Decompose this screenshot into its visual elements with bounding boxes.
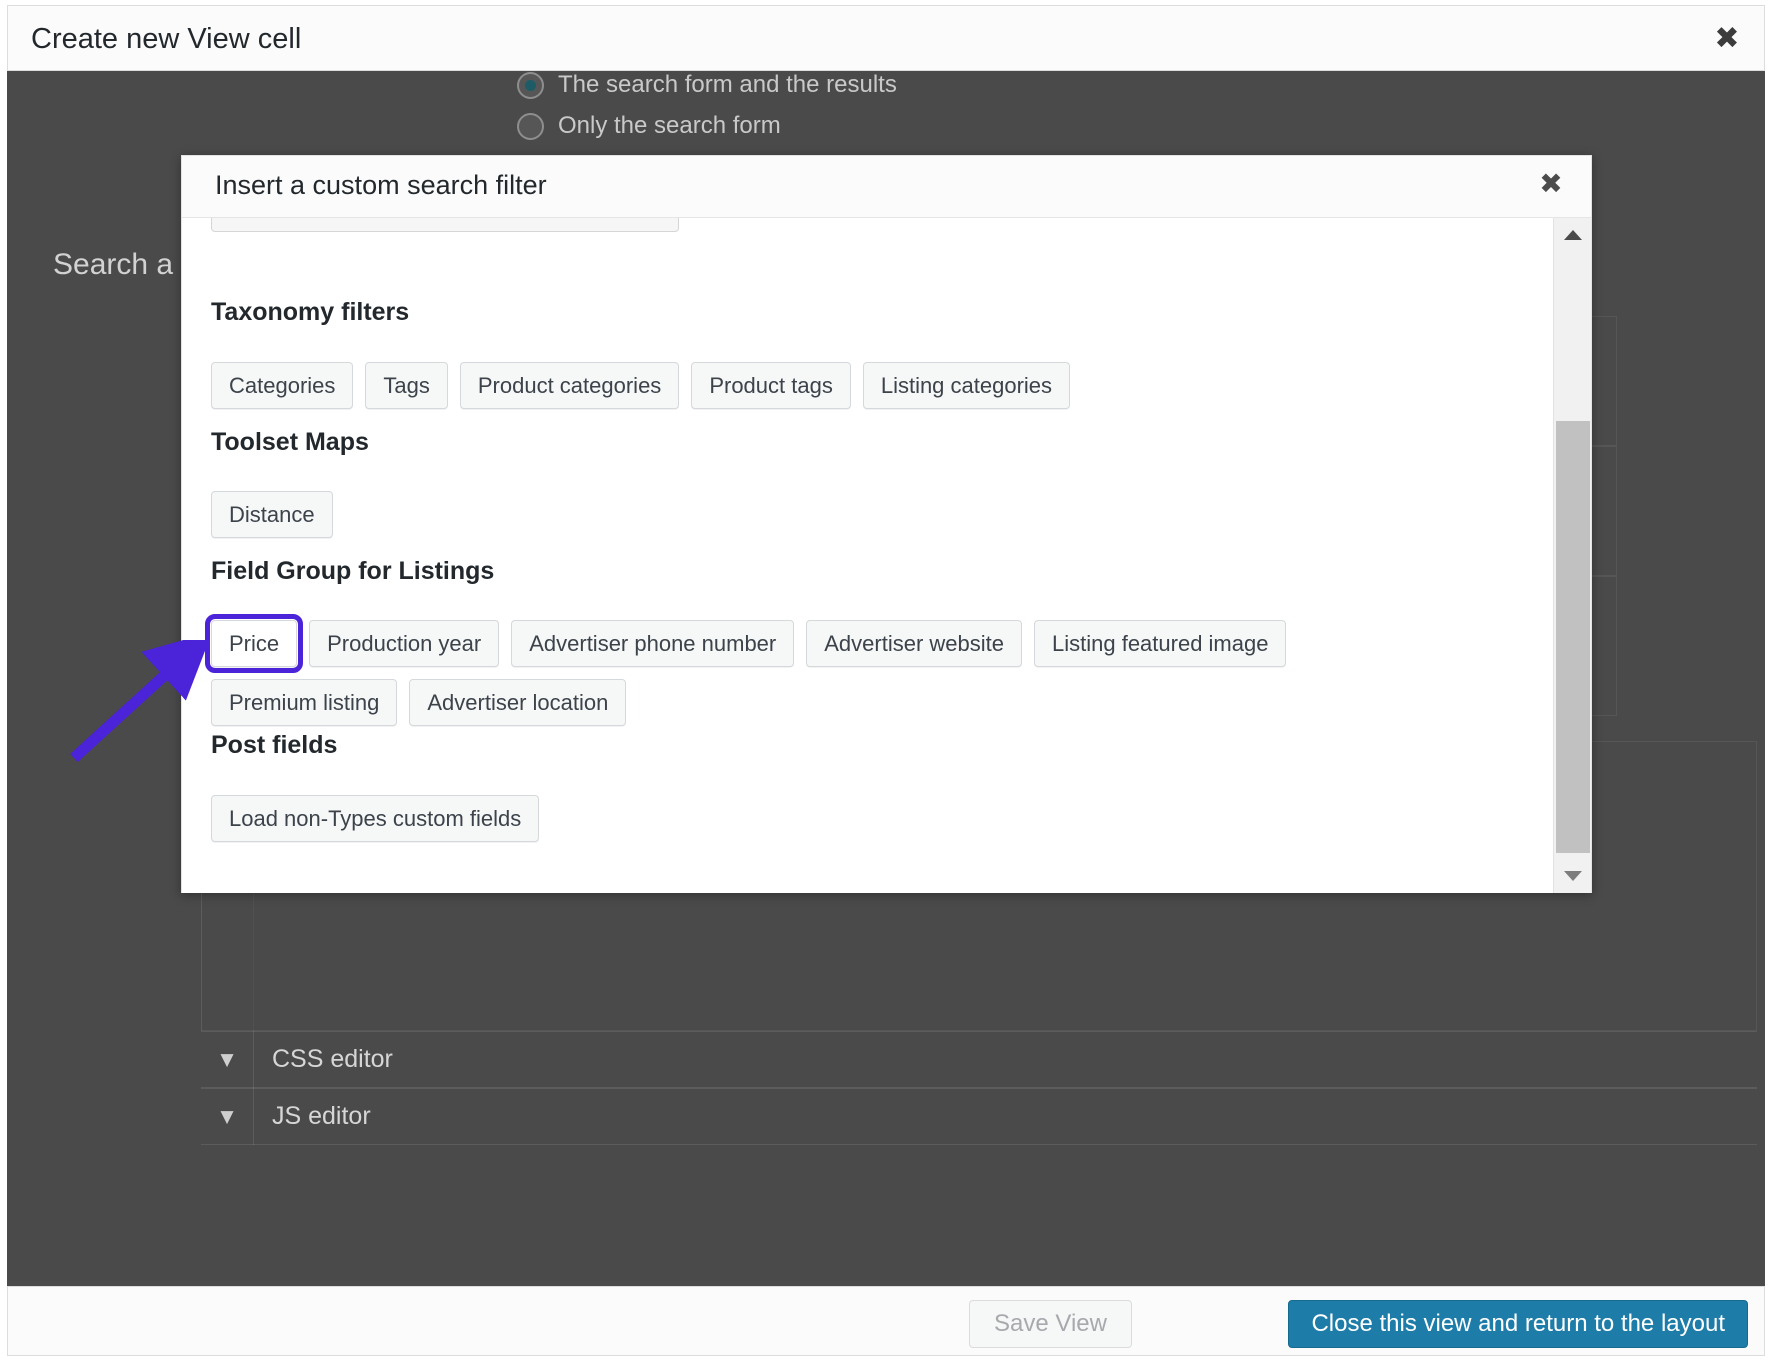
save-view-button[interactable]: Save View: [969, 1300, 1132, 1348]
dialog-title: Insert a custom search filter: [215, 170, 547, 201]
chip-listing-categories[interactable]: Listing categories: [863, 362, 1070, 409]
radio-icon-unselected: [517, 113, 544, 140]
section-field-group-listings: Field Group for Listings: [211, 557, 494, 586]
chip-advertiser-phone-number[interactable]: Advertiser phone number: [511, 620, 794, 667]
section-heading: Toolset Maps: [211, 428, 369, 457]
chip-distance[interactable]: Distance: [211, 491, 333, 538]
page-title: Create new View cell: [31, 23, 301, 56]
section-heading: Field Group for Listings: [211, 557, 494, 586]
chip-group-post-fields: Load non-Types custom fields: [211, 795, 1391, 842]
app-root: Create new View cell ✖ The search form a…: [0, 0, 1772, 1361]
close-icon[interactable]: ✖: [1708, 20, 1746, 58]
window-titlebar: Create new View cell ✖: [7, 5, 1765, 71]
chip-product-categories[interactable]: Product categories: [460, 362, 679, 409]
chip-group-toolset-maps: Distance: [211, 491, 1391, 538]
chip-advertiser-location[interactable]: Advertiser location: [409, 679, 626, 726]
chip-group-field-listings: Price Production year Advertiser phone n…: [211, 620, 1391, 726]
clipped-control-above[interactable]: [211, 218, 679, 232]
dialog-header: Insert a custom search filter ✖: [182, 156, 1591, 218]
section-taxonomy-filters: Taxonomy filters: [211, 298, 409, 327]
triangle-up-icon: [1564, 230, 1582, 240]
scroll-up-button[interactable]: [1554, 218, 1591, 252]
radio-label: Only the search form: [558, 112, 781, 140]
radio-option-search-form-and-results[interactable]: The search form and the results: [517, 71, 897, 99]
chip-listing-featured-image[interactable]: Listing featured image: [1034, 620, 1286, 667]
chip-categories[interactable]: Categories: [211, 362, 353, 409]
dialog-body: Taxonomy filters Categories Tags Product…: [182, 218, 1591, 893]
radio-icon-selected: [517, 72, 544, 99]
insert-filter-dialog: Insert a custom search filter ✖ Taxonomy…: [181, 155, 1592, 893]
background-search-label: Search a: [53, 248, 173, 282]
close-icon[interactable]: ✖: [1533, 166, 1569, 202]
chevron-down-icon: ▼: [201, 1050, 253, 1070]
accordion-label: JS editor: [254, 1102, 371, 1131]
chevron-down-icon: ▼: [201, 1107, 253, 1127]
accordion-css-editor[interactable]: ▼ CSS editor: [201, 1031, 1757, 1088]
dialog-scrollbar[interactable]: [1553, 218, 1591, 893]
radio-label: The search form and the results: [558, 71, 897, 99]
section-heading: Post fields: [211, 731, 337, 760]
chip-load-non-types-custom-fields[interactable]: Load non-Types custom fields: [211, 795, 539, 842]
accordion-js-editor[interactable]: ▼ JS editor: [201, 1088, 1757, 1145]
chip-production-year[interactable]: Production year: [309, 620, 499, 667]
scroll-down-button[interactable]: [1554, 859, 1591, 893]
scrollbar-thumb[interactable]: [1556, 421, 1590, 853]
radio-option-only-search-form[interactable]: Only the search form: [517, 112, 781, 140]
chip-product-tags[interactable]: Product tags: [691, 362, 851, 409]
chip-advertiser-website[interactable]: Advertiser website: [806, 620, 1022, 667]
section-post-fields: Post fields: [211, 731, 337, 760]
accordion-label: CSS editor: [254, 1045, 393, 1074]
close-view-return-layout-button[interactable]: Close this view and return to the layout: [1288, 1300, 1748, 1348]
chip-premium-listing[interactable]: Premium listing: [211, 679, 397, 726]
section-heading: Taxonomy filters: [211, 298, 409, 327]
triangle-down-icon: [1564, 871, 1582, 881]
chip-tags[interactable]: Tags: [365, 362, 447, 409]
dialog-footer: Save View Close this view and return to …: [7, 1286, 1765, 1356]
chip-group-taxonomy: Categories Tags Product categories Produ…: [211, 362, 1391, 409]
section-toolset-maps: Toolset Maps: [211, 428, 369, 457]
chip-price[interactable]: Price: [211, 620, 297, 667]
